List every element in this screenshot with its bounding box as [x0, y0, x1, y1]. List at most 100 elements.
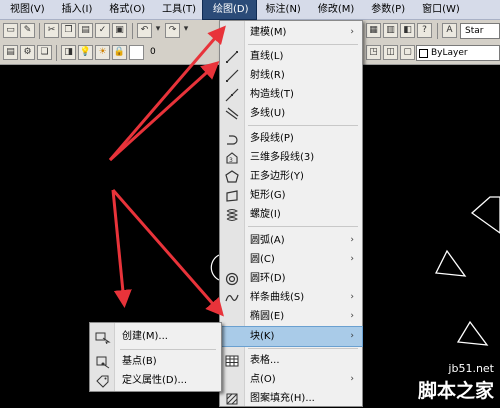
- menu-draw[interactable]: 绘图(D): [202, 0, 257, 20]
- draw-menu-dropdown: 建模(M) › 直线(L) 射线(R) 构造线(T) 多线(U) 多段线(P) …: [219, 20, 363, 407]
- menu-modify[interactable]: 修改(M): [308, 0, 361, 19]
- menu-item-ray[interactable]: 射线(R): [220, 66, 362, 85]
- menu-item-label: 螺旋(I): [250, 209, 281, 220]
- watermark: jb51.net 脚本之家: [400, 362, 500, 407]
- menu-item-spline[interactable]: 样条曲线(S) ›: [220, 288, 362, 307]
- menu-insert[interactable]: 插入(I): [52, 0, 100, 19]
- menu-item-multiline[interactable]: 多线(U): [220, 104, 362, 123]
- layer-state-icon[interactable]: ◨: [61, 45, 76, 60]
- menu-item-label: 样条曲线(S): [250, 292, 305, 303]
- menu-tools[interactable]: 工具(T): [152, 0, 203, 19]
- undo-icon[interactable]: ↶: [137, 23, 152, 38]
- menu-item-polyline[interactable]: 多段线(P): [220, 129, 362, 148]
- new-file-icon[interactable]: ▭: [3, 23, 18, 38]
- layer-previous-icon[interactable]: ◫: [383, 45, 398, 60]
- color-swatch-icon: [419, 49, 428, 58]
- triangle-shape: [470, 196, 500, 234]
- base-point-icon: [95, 354, 111, 369]
- layer-name-field[interactable]: 0: [146, 45, 218, 61]
- menu-item-label: 圆(C): [250, 254, 275, 265]
- submenu-arrow-icon: ›: [350, 292, 354, 302]
- menu-dimension[interactable]: 标注(N): [256, 0, 308, 19]
- layer-color-swatch[interactable]: [129, 45, 144, 60]
- palettes-icon[interactable]: ◧: [400, 23, 415, 38]
- help-icon[interactable]: ?: [417, 23, 432, 38]
- svg-text:3: 3: [229, 157, 233, 164]
- menu-item-label: 圆弧(A): [250, 235, 285, 246]
- submenu-arrow-icon: ›: [350, 374, 354, 384]
- menu-item-polygon[interactable]: 正多边形(Y): [220, 167, 362, 186]
- triangle-shape: [456, 320, 489, 346]
- donut-icon: [224, 271, 240, 286]
- polygon-icon: [224, 169, 240, 184]
- menu-item-label: 块(K): [250, 331, 275, 342]
- menu-bar: 视图(V) 插入(I) 格式(O) 工具(T) 绘图(D) 标注(N) 修改(M…: [0, 0, 500, 20]
- edit-icon[interactable]: ✎: [20, 23, 35, 38]
- lightbulb-icon[interactable]: 💡: [78, 45, 93, 60]
- menu-item-label: 直线(L): [250, 51, 284, 62]
- layer-copy-icon[interactable]: ❏: [37, 45, 52, 60]
- menu-item-circle[interactable]: 圆(C) ›: [220, 250, 362, 269]
- redo-icon[interactable]: ↷: [165, 23, 180, 38]
- submenu-item-create[interactable]: 创建(M)...: [90, 327, 221, 346]
- watermark-brand: 脚本之家: [417, 380, 494, 402]
- menu-item-label: 正多边形(Y): [250, 171, 304, 182]
- menu-item-donut[interactable]: 圆环(D): [220, 269, 362, 288]
- design-center-icon[interactable]: ▥: [383, 23, 398, 38]
- layer-settings-icon[interactable]: ⚙: [20, 45, 35, 60]
- menu-item-table[interactable]: 表格...: [220, 351, 362, 370]
- submenu-item-define-attribute[interactable]: 定义属性(D)...: [90, 371, 221, 390]
- menu-item-arc[interactable]: 圆弧(A) ›: [220, 231, 362, 250]
- toolbar-separator: [39, 23, 40, 39]
- match-properties-icon[interactable]: ✓: [95, 23, 110, 38]
- menu-parametric[interactable]: 参数(P): [361, 0, 412, 19]
- menu-item-label: 多段线(P): [250, 133, 294, 144]
- menu-item-label: 多线(U): [250, 108, 286, 119]
- menu-item-block[interactable]: 块(K) ›: [219, 326, 363, 347]
- layer-manager-icon[interactable]: ▤: [3, 45, 18, 60]
- menu-item-ellipse[interactable]: 椭圆(E) ›: [220, 307, 362, 326]
- sun-icon[interactable]: ☀: [95, 45, 110, 60]
- spline-icon: [224, 290, 240, 305]
- menu-window[interactable]: 窗口(W): [412, 0, 467, 19]
- menu-item-rectangle[interactable]: 矩形(G): [220, 186, 362, 205]
- create-block-icon: [95, 329, 111, 344]
- menu-item-3d-polyline[interactable]: 3 三维多段线(3): [220, 148, 362, 167]
- menu-separator: [248, 348, 358, 349]
- redo-dropdown-icon[interactable]: ▾: [182, 23, 190, 38]
- menu-format[interactable]: 格式(O): [99, 0, 152, 19]
- menu-item-helix[interactable]: 螺旋(I): [220, 205, 362, 224]
- paste-icon[interactable]: ▤: [78, 23, 93, 38]
- define-attribute-icon: [95, 373, 111, 388]
- linetype-field[interactable]: ByLayer: [416, 45, 500, 61]
- menu-item-line[interactable]: 直线(L): [220, 47, 362, 66]
- lock-icon[interactable]: 🔒: [112, 45, 127, 60]
- submenu-item-label: 定义属性(D)...: [122, 375, 188, 386]
- menu-item-point[interactable]: 点(O) ›: [220, 370, 362, 389]
- menu-item-label: 圆环(D): [250, 273, 286, 284]
- menu-item-label: 点(O): [250, 374, 276, 385]
- watermark-url: jb51.net: [448, 362, 494, 375]
- table-icon: [224, 353, 240, 368]
- rectangle-icon: [224, 188, 240, 203]
- undo-dropdown-icon[interactable]: ▾: [154, 23, 162, 38]
- helix-icon: [224, 207, 240, 222]
- submenu-item-base-point[interactable]: 基点(B): [90, 352, 221, 371]
- menu-item-label: 射线(R): [250, 70, 285, 81]
- menu-view[interactable]: 视图(V): [0, 0, 52, 19]
- block-editor-icon[interactable]: ▣: [112, 23, 127, 38]
- properties-icon[interactable]: ▦: [366, 23, 381, 38]
- menu-item-label: 三维多段线(3): [250, 152, 315, 163]
- cut-icon[interactable]: ✂: [44, 23, 59, 38]
- menu-item-hatch[interactable]: 图案填充(H)...: [220, 389, 362, 408]
- ray-icon: [224, 68, 240, 83]
- make-current-icon[interactable]: ◳: [366, 45, 381, 60]
- copy-icon[interactable]: ❐: [61, 23, 76, 38]
- menu-item-construction-line[interactable]: 构造线(T): [220, 85, 362, 104]
- menu-item-modeling[interactable]: 建模(M) ›: [220, 23, 362, 42]
- style-search-input[interactable]: Star: [460, 23, 500, 39]
- multiline-icon: [224, 106, 240, 121]
- toolbar-separator: [56, 45, 57, 61]
- layer-isolate-icon[interactable]: ▢: [400, 45, 415, 60]
- text-style-icon[interactable]: A: [442, 23, 457, 38]
